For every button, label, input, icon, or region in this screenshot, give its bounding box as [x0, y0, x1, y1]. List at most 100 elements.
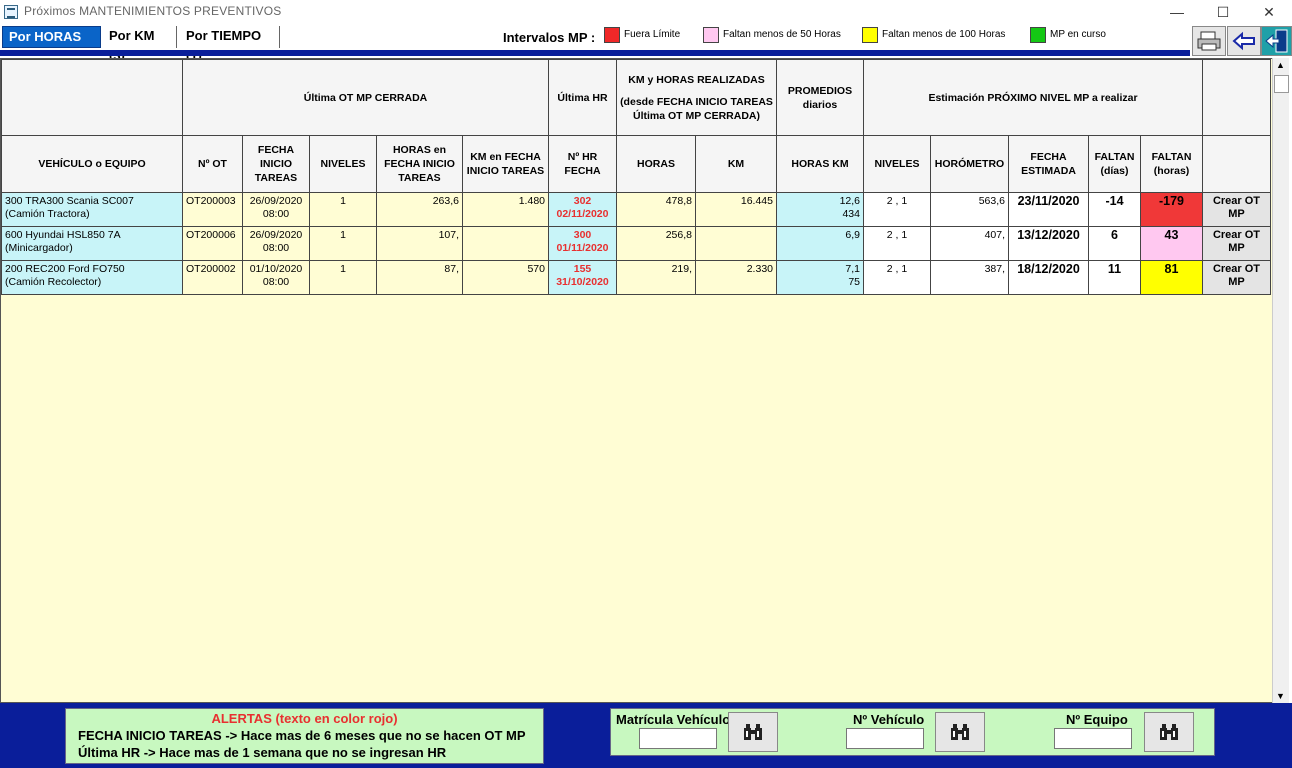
- cell-horas[interactable]: 219,: [616, 260, 696, 295]
- table-row[interactable]: 200 REC200 Ford FO750 (Camión Recolector)…: [1, 260, 1271, 295]
- nvehiculo-input[interactable]: [846, 728, 924, 749]
- vertical-scrollbar[interactable]: ▲ ▼: [1272, 58, 1289, 703]
- cell-faltan-horas[interactable]: 43: [1140, 226, 1203, 261]
- promedio-km: 75: [848, 276, 860, 288]
- cell-promedios[interactable]: 7,1 75: [776, 260, 864, 295]
- cell-vehiculo[interactable]: 600 Hyundai HSL850 7A (Minicargador): [1, 226, 183, 261]
- cell-faltan-horas[interactable]: 81: [1140, 260, 1203, 295]
- cell-fecha-estimada[interactable]: 23/11/2020: [1008, 192, 1089, 227]
- cell-fecha-inicio[interactable]: 26/09/2020 08:00: [242, 226, 310, 261]
- cell-niveles-est[interactable]: 2 , 1: [863, 226, 931, 261]
- cell-horas-en[interactable]: 107,: [376, 226, 463, 261]
- cell-faltan-dias[interactable]: 6: [1088, 226, 1141, 261]
- cell-vehiculo[interactable]: 200 REC200 Ford FO750 (Camión Recolector): [1, 260, 183, 295]
- cell-fecha-estimada[interactable]: 13/12/2020: [1008, 226, 1089, 261]
- legend-swatch-mp-en-curso: [1030, 27, 1046, 43]
- cell-vehiculo[interactable]: 300 TRA300 Scania SC007 (Camión Tractora): [1, 192, 183, 227]
- cell-faltan-dias[interactable]: -14: [1088, 192, 1141, 227]
- nequipo-search-button[interactable]: [1144, 712, 1194, 752]
- cell-faltan-horas[interactable]: -179: [1140, 192, 1203, 227]
- fecha-inicio-time: 08:00: [262, 208, 290, 220]
- cell-horas[interactable]: 478,8: [616, 192, 696, 227]
- header-blank-3: [1202, 135, 1271, 193]
- header-km-horas: KM y HORAS REALIZADAS (desde FECHA INICI…: [616, 59, 777, 136]
- cell-km[interactable]: [695, 226, 777, 261]
- cell-horometro[interactable]: 387,: [930, 260, 1009, 295]
- matricula-input[interactable]: [639, 728, 717, 749]
- cell-km[interactable]: 2.330: [695, 260, 777, 295]
- window-title: Próximos MANTENIMIENTOS PREVENTIVOS: [24, 4, 282, 18]
- cell-fecha-inicio[interactable]: 01/10/2020 08:00: [242, 260, 310, 295]
- cell-n-ot[interactable]: OT200003: [182, 192, 243, 227]
- vehicle-name: 200 REC200 Ford FO750: [5, 263, 125, 275]
- exit-button[interactable]: [1261, 26, 1292, 56]
- cell-n-ot[interactable]: OT200002: [182, 260, 243, 295]
- header-horometro: HORÓMETRO: [930, 135, 1009, 193]
- nvehiculo-search-button[interactable]: [935, 712, 985, 752]
- cell-km-en[interactable]: 1.480: [462, 192, 549, 227]
- cell-ultima-hr[interactable]: 155 31/10/2020: [548, 260, 617, 295]
- fecha-inicio-date: 01/10/2020: [249, 263, 303, 275]
- cell-fecha-estimada[interactable]: 18/12/2020: [1008, 260, 1089, 295]
- scroll-up-icon[interactable]: ▲: [1276, 60, 1285, 70]
- scroll-thumb[interactable]: [1274, 75, 1289, 93]
- header-km-horas-title: KM y HORAS REALIZADAS: [628, 73, 765, 86]
- header-horas-km: HORAS KM: [776, 135, 864, 193]
- promedio-horas: 12,6: [839, 195, 860, 207]
- scroll-down-icon[interactable]: ▼: [1276, 691, 1285, 701]
- cell-horas-en[interactable]: 87,: [376, 260, 463, 295]
- tab-por-tiempo[interactable]: Por TIEMPO (1): [180, 26, 280, 63]
- header-n-ot: Nº OT: [182, 135, 243, 193]
- hr-date: 01/11/2020: [556, 242, 609, 254]
- binoculars-icon: [744, 724, 762, 740]
- back-arrow-icon: [1232, 31, 1255, 51]
- alerts-title: ALERTAS (texto en color rojo): [211, 711, 398, 726]
- cell-km-en[interactable]: 570: [462, 260, 549, 295]
- cell-niveles-est[interactable]: 2 , 1: [863, 260, 931, 295]
- cell-promedios[interactable]: 12,6 434: [776, 192, 864, 227]
- cell-niveles[interactable]: 1: [309, 260, 377, 295]
- table-row[interactable]: 300 TRA300 Scania SC007 (Camión Tractora)…: [1, 192, 1271, 227]
- cell-km-en[interactable]: [462, 226, 549, 261]
- close-button[interactable]: ✕: [1246, 0, 1292, 24]
- cell-niveles[interactable]: 1: [309, 192, 377, 227]
- vehicle-name: 300 TRA300 Scania SC007: [5, 195, 134, 207]
- vehicle-type: (Minicargador): [5, 242, 73, 254]
- cell-km[interactable]: 16.445: [695, 192, 777, 227]
- matricula-search-button[interactable]: [728, 712, 778, 752]
- crear-ot-mp-button[interactable]: Crear OT MP: [1202, 260, 1271, 295]
- crear-ot-mp-button[interactable]: Crear OT MP: [1202, 226, 1271, 261]
- alert-line-1: FECHA INICIO TAREAS -> Hace mas de 6 mes…: [78, 728, 526, 743]
- cell-fecha-inicio[interactable]: 26/09/2020 08:00: [242, 192, 310, 227]
- hr-number: 302: [573, 195, 592, 207]
- cell-niveles-est[interactable]: 2 , 1: [863, 192, 931, 227]
- header-faltan-horas: FALTAN (horas): [1140, 135, 1203, 193]
- cell-ultima-hr[interactable]: 302 02/11/2020: [548, 192, 617, 227]
- back-button[interactable]: [1227, 26, 1261, 56]
- table-row[interactable]: 600 Hyundai HSL850 7A (Minicargador) OT200…: [1, 226, 1271, 261]
- header-niveles: NIVELES: [309, 135, 377, 193]
- cell-horometro[interactable]: 407,: [930, 226, 1009, 261]
- tab-por-horas[interactable]: Por HORAS (3): [2, 26, 101, 64]
- tab-por-km[interactable]: Por KM (3): [103, 26, 177, 63]
- cell-horas-en[interactable]: 263,6: [376, 192, 463, 227]
- main-window: Próximos MANTENIMIENTOS PREVENTIVOS — ☐ …: [0, 0, 1292, 768]
- header-vehiculo: VEHÍCULO o EQUIPO: [1, 135, 183, 193]
- header-faltan-dias: FALTAN (días): [1088, 135, 1141, 193]
- cell-faltan-dias[interactable]: 11: [1088, 260, 1141, 295]
- maintenance-grid: Última OT MP CERRADA Última HR KM y HORA…: [0, 58, 1273, 703]
- crear-ot-mp-button[interactable]: Crear OT MP: [1202, 192, 1271, 227]
- cell-ultima-hr[interactable]: 300 01/11/2020: [548, 226, 617, 261]
- minimize-button[interactable]: —: [1154, 0, 1200, 24]
- maximize-button[interactable]: ☐: [1200, 0, 1246, 24]
- nequipo-input[interactable]: [1054, 728, 1132, 749]
- fecha-inicio-date: 26/09/2020: [249, 195, 303, 207]
- cell-horas[interactable]: 256,8: [616, 226, 696, 261]
- nequipo-label: Nº Equipo: [1066, 712, 1128, 727]
- cell-promedios[interactable]: 6,9: [776, 226, 864, 261]
- cell-horometro[interactable]: 563,6: [930, 192, 1009, 227]
- promedio-km: 434: [842, 208, 860, 220]
- cell-niveles[interactable]: 1: [309, 226, 377, 261]
- cell-n-ot[interactable]: OT200006: [182, 226, 243, 261]
- printer-button[interactable]: [1192, 26, 1226, 56]
